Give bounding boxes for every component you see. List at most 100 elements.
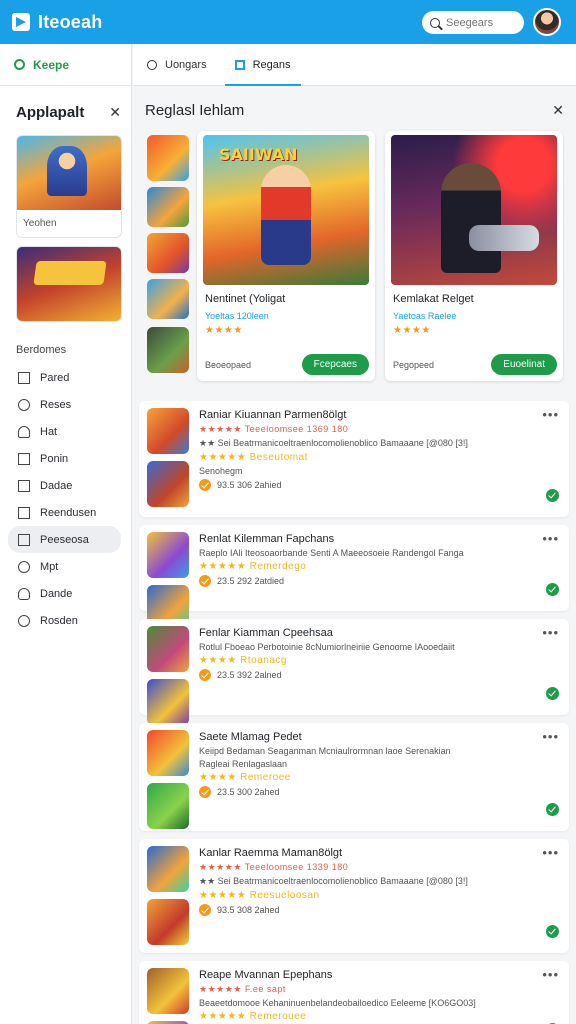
sidebar-item[interactable]: Dande (0, 580, 121, 607)
list-item-description: Rotlul Fboeao Perbotoinie 8cNumiorlneiri… (199, 642, 455, 652)
game-art-image (17, 136, 121, 210)
sidebar-item[interactable]: Reses (0, 391, 121, 418)
sidebar: Keepe Applapalt ✕ Yeohen Berdomes Pared R… (0, 44, 132, 1024)
sidebar-item[interactable]: Peeseosa (8, 526, 121, 553)
game-thumbnail[interactable] (147, 187, 189, 227)
game-icon[interactable] (147, 846, 189, 892)
game-icon[interactable] (147, 968, 189, 1014)
sidebar-section-label: Berdomes (16, 344, 67, 356)
featured-title: Kemlakat Relget (393, 293, 474, 305)
chat-icon (18, 560, 30, 573)
star-rating: ★★★★★ Reesueloosan (199, 890, 320, 901)
game-thumbnail[interactable] (147, 233, 189, 273)
logo-icon (12, 11, 32, 33)
sidebar-item-label: Reses (40, 398, 72, 411)
game-cover-image (391, 135, 557, 285)
more-options-icon[interactable]: ••• (542, 845, 559, 860)
list-item[interactable]: Raniar Kiuannan Parmen8ölgt ★★★★★ Teeeloo… (139, 401, 569, 517)
sidebar-header: Applapalt ✕ (0, 86, 131, 131)
sidebar-item-label: Peeseosa (40, 533, 89, 546)
list-item-title: Kanlar Raemma Maman8ölgt (199, 847, 343, 859)
star-rating: ★★★★★ Remerouee (199, 1011, 307, 1022)
close-icon[interactable]: ✕ (109, 104, 121, 121)
verified-icon (199, 786, 211, 798)
list-item-description: Keiipd Bedaman Seaganman Mcniaulrormnan … (199, 746, 451, 756)
game-icon[interactable] (147, 899, 189, 945)
game-icon[interactable] (147, 679, 189, 725)
search-icon (430, 17, 440, 28)
game-icon[interactable] (147, 532, 189, 578)
sidebar-card-1[interactable]: Yeohen (16, 135, 122, 238)
list-item-meta-text: 93.5 306 2ahied (217, 480, 282, 490)
list-item-meta-text: 23.5 300 2ahed (217, 787, 280, 797)
sidebar-item[interactable]: Rosden (0, 607, 121, 634)
get-button[interactable]: Fcepcaes (301, 354, 369, 375)
get-button[interactable]: Euoelinat (491, 354, 557, 375)
featured-card[interactable]: SAIIWAN Nentinet (Yoligat Yoeltas 120lee… (197, 131, 375, 381)
game-icon[interactable] (147, 730, 189, 776)
star-rating: ★★★★★ Teeeloomsee 1369 180 (199, 424, 349, 434)
sidebar-item-label: Dadae (40, 479, 73, 492)
list-item[interactable]: Fenlar Kiamman Cpeehsaa Rotlul Fboeao Per… (139, 619, 569, 725)
sidebar-item[interactable]: Pared (0, 364, 121, 391)
tab-label: Uongars (165, 58, 207, 71)
sidebar-item[interactable]: Hat (0, 418, 121, 445)
sidebar-card-2[interactable] (16, 246, 122, 322)
game-thumbnail[interactable] (147, 279, 189, 319)
list-item[interactable]: Kanlar Raemma Maman8ölgt ★★★★★ Teeeloomse… (139, 839, 569, 953)
list-item-title: Renlat Kilemman Fapchans (199, 533, 335, 545)
list-item[interactable]: Reape Mvannan Epephans ★★★★★ F.ee sapt Bea… (139, 961, 569, 1024)
more-options-icon[interactable]: ••• (542, 625, 559, 640)
search-icon (14, 59, 25, 70)
list-item[interactable]: Renlat Kilemman Fapchans Raeplo IAli Iteo… (139, 525, 569, 631)
close-icon[interactable]: ✕ (552, 102, 564, 119)
sidebar-item[interactable]: Ponin (0, 445, 121, 472)
featured-card[interactable]: Kemlakat Relget Yaetoas Raelee ★★★★ Pego… (385, 131, 563, 381)
panel-header: Reglasl Iehlam ✕ (145, 102, 564, 119)
square-icon (234, 59, 245, 70)
tag-icon (18, 452, 30, 465)
featured-footer: Beoeopaed (205, 359, 252, 370)
list-item-meta-text: 23.5 292 2atdied (217, 576, 285, 586)
game-thumbnail[interactable] (147, 135, 189, 181)
list-item-meta: 93.5 306 2ahied (199, 479, 539, 491)
list-item[interactable]: Saete Mlamag Pedet Keiipd Bedaman Seaganm… (139, 723, 569, 831)
star-rating: ★★★★★ Teeeloomsee 1339 180 (199, 862, 349, 872)
sidebar-item[interactable]: Dadae (0, 472, 121, 499)
star-rating: ★★★★★ Beseutomat (199, 452, 308, 463)
edit-icon (18, 533, 30, 546)
user-avatar[interactable] (533, 8, 561, 36)
home-icon (18, 371, 30, 384)
list-item-description: Raeplo IAli Iteosoaorbande Senti A Maeeo… (199, 548, 464, 558)
game-icon[interactable] (147, 461, 189, 507)
person-icon (18, 587, 30, 600)
more-options-icon[interactable]: ••• (542, 407, 559, 422)
game-icon[interactable] (147, 626, 189, 672)
sidebar-card-caption: Yeohen (23, 218, 57, 229)
list-item-title: Raniar Kiuannan Parmen8ölgt (199, 409, 347, 421)
installed-check-icon (546, 803, 559, 816)
search-box[interactable] (422, 11, 524, 34)
sidebar-tab[interactable]: Keepe (0, 44, 131, 86)
list-item-title: Fenlar Kiamman Cpeehsaa (199, 627, 333, 639)
sidebar-item[interactable]: Reendusen (0, 499, 121, 526)
tab-search[interactable]: Uongars (133, 44, 221, 86)
more-options-icon[interactable]: ••• (542, 729, 559, 744)
sidebar-item[interactable]: Mpt (0, 553, 121, 580)
star-rating: ★★★★★ Remerdego (199, 561, 307, 572)
list-item-meta-text: 93.5 308 2ahed (217, 905, 280, 915)
app-logo[interactable]: Iteoeah (12, 11, 102, 33)
app-title: Iteoeah (38, 11, 103, 32)
game-icon[interactable] (147, 783, 189, 829)
list-item-description: Senohegm (199, 466, 243, 476)
sidebar-item-label: Dande (40, 587, 73, 600)
more-options-icon[interactable]: ••• (542, 531, 559, 546)
search-input[interactable] (446, 16, 516, 29)
list-item-title: Reape Mvannan Epephans (199, 969, 333, 981)
game-icon[interactable] (147, 408, 189, 454)
more-options-icon[interactable]: ••• (542, 967, 559, 982)
list-item-description: Ragleai Renlagaslaan (199, 759, 288, 769)
tab-regans[interactable]: Regans (221, 44, 305, 86)
search-icon (147, 59, 157, 70)
game-thumbnail[interactable] (147, 327, 189, 373)
